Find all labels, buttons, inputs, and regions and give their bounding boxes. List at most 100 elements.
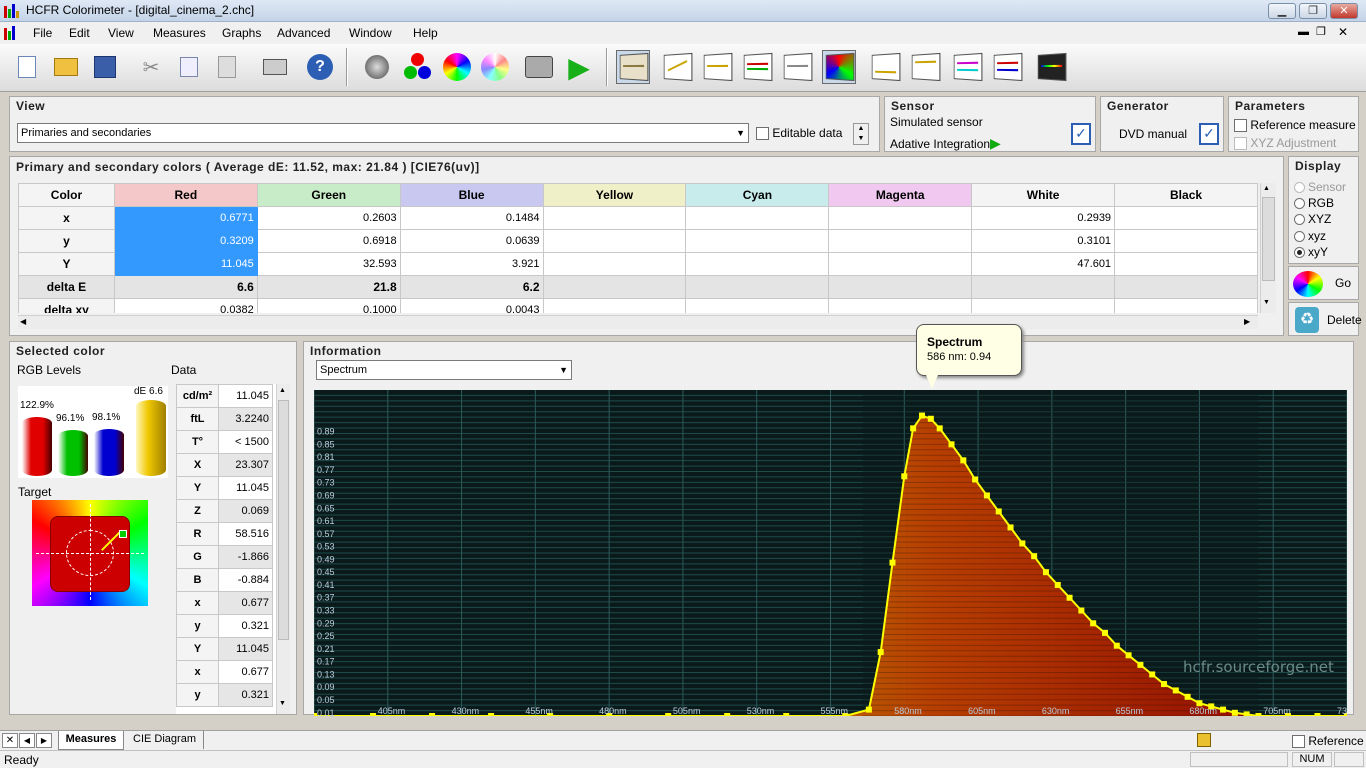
- view-mode-select[interactable]: Primaries and secondaries ▼: [17, 123, 749, 143]
- spin-control[interactable]: ▲ ▼: [853, 123, 869, 145]
- data-vertical-scrollbar[interactable]: ▲ ▼: [276, 384, 290, 714]
- play-icon[interactable]: ▶: [562, 50, 596, 84]
- grid-horizontal-scrollbar[interactable]: ◀ ▶: [18, 315, 1258, 329]
- grid-cell[interactable]: [685, 252, 830, 276]
- gamma-graph-icon[interactable]: [700, 50, 734, 84]
- measure-grayscale-icon[interactable]: [360, 50, 394, 84]
- display-option-xyz[interactable]: XYZ: [1294, 212, 1331, 226]
- grid-column-header[interactable]: Red: [113, 183, 258, 207]
- grid-cell[interactable]: [828, 206, 973, 230]
- grid-cell[interactable]: 0.6918: [256, 229, 401, 253]
- grid-cell[interactable]: 0.0639: [399, 229, 544, 253]
- menu-file[interactable]: File: [33, 26, 52, 40]
- grid-cell[interactable]: [685, 298, 830, 313]
- grid-cell[interactable]: [542, 275, 687, 299]
- rgb-histogram-icon[interactable]: [740, 50, 774, 84]
- saturation-luminance-icon[interactable]: [990, 50, 1024, 84]
- grid-cell[interactable]: [1114, 298, 1258, 313]
- grid-cell[interactable]: [971, 298, 1116, 313]
- mdi-restore-button[interactable]: ❐: [1316, 25, 1326, 38]
- integration-play-icon[interactable]: ▶: [990, 135, 1001, 152]
- grid-cell[interactable]: [828, 298, 973, 313]
- measure-secondaries-icon[interactable]: [440, 50, 474, 84]
- grid-cell[interactable]: 32.593: [256, 252, 401, 276]
- grid-cell[interactable]: 0.6771: [113, 206, 258, 230]
- grid-cell[interactable]: 11.045: [113, 252, 258, 276]
- help-icon[interactable]: ?: [303, 50, 337, 84]
- menu-edit[interactable]: Edit: [69, 26, 90, 40]
- cut-icon[interactable]: ✂: [134, 50, 168, 84]
- measure-primaries-icon[interactable]: [400, 50, 434, 84]
- grid-cell[interactable]: 0.2939: [971, 206, 1116, 230]
- tab-next-icon[interactable]: ▶: [36, 733, 52, 748]
- grid-cell[interactable]: [542, 206, 687, 230]
- grid-column-header[interactable]: Cyan: [685, 183, 830, 207]
- menu-measures[interactable]: Measures: [153, 26, 206, 40]
- measures-view-icon[interactable]: [616, 50, 650, 84]
- xyz-adjustment-checkbox[interactable]: XYZ Adjustment: [1234, 136, 1336, 151]
- grid-cell[interactable]: [971, 275, 1116, 299]
- close-button[interactable]: ✕: [1330, 3, 1358, 19]
- grid-column-header[interactable]: Black: [1114, 183, 1258, 207]
- menu-help[interactable]: Help: [413, 26, 438, 40]
- tab-cie-diagram[interactable]: CIE Diagram: [126, 731, 204, 749]
- grid-cell[interactable]: 0.0043: [399, 298, 544, 313]
- grid-cell[interactable]: 6.2: [399, 275, 544, 299]
- editable-data-checkbox[interactable]: Editable data: [756, 126, 842, 141]
- menu-window[interactable]: Window: [349, 26, 392, 40]
- grid-column-header[interactable]: Magenta: [828, 183, 973, 207]
- luminance-graph-icon[interactable]: [660, 50, 694, 84]
- scroll-up-icon[interactable]: ▲: [1263, 185, 1270, 192]
- grid-cell[interactable]: [1114, 252, 1258, 276]
- mdi-close-button[interactable]: ✕: [1338, 25, 1348, 39]
- print-icon[interactable]: [258, 50, 292, 84]
- mdi-minimize-button[interactable]: ▬: [1298, 26, 1309, 38]
- reference-measure-checkbox[interactable]: Reference measure: [1234, 118, 1356, 133]
- scroll-right-icon[interactable]: ▶: [1244, 317, 1250, 326]
- spectrum-graph-icon[interactable]: [1034, 50, 1068, 84]
- tab-close-icon[interactable]: ✕: [2, 733, 18, 748]
- scroll-thumb[interactable]: [278, 400, 289, 640]
- sensor-config-icon[interactable]: ✓: [1071, 123, 1091, 145]
- reference-checkbox[interactable]: Reference: [1292, 734, 1364, 749]
- scroll-up-icon[interactable]: ▲: [279, 387, 286, 394]
- scroll-left-icon[interactable]: ◀: [20, 317, 26, 326]
- grid-column-header[interactable]: Blue: [399, 183, 544, 207]
- grid-cell[interactable]: 0.0382: [113, 298, 258, 313]
- grid-cell[interactable]: [542, 229, 687, 253]
- grid-column-header[interactable]: Green: [256, 183, 401, 207]
- menu-advanced[interactable]: Advanced: [277, 26, 330, 40]
- paste-icon[interactable]: [210, 50, 244, 84]
- menu-view[interactable]: View: [108, 26, 134, 40]
- grid-cell[interactable]: [1114, 229, 1258, 253]
- grid-vertical-scrollbar[interactable]: ▲ ▼: [1260, 183, 1276, 313]
- display-option-xyz-lower[interactable]: xyz: [1294, 229, 1326, 243]
- grid-column-header[interactable]: Yellow: [542, 183, 687, 207]
- graph-type-select[interactable]: Spectrum ▼: [316, 360, 572, 380]
- grid-cell[interactable]: [542, 298, 687, 313]
- cie-diagram-icon[interactable]: [822, 50, 856, 84]
- display-option-rgb[interactable]: RGB: [1294, 196, 1334, 210]
- scroll-down-icon[interactable]: ▼: [1263, 299, 1270, 306]
- grid-column-header[interactable]: White: [971, 183, 1116, 207]
- grid-cell[interactable]: 6.6: [113, 275, 258, 299]
- minimize-button[interactable]: ▁: [1268, 3, 1296, 19]
- maximize-button[interactable]: ❐: [1299, 3, 1327, 19]
- open-folder-icon[interactable]: [49, 50, 83, 84]
- grid-cell[interactable]: 0.2603: [256, 206, 401, 230]
- near-white-graph-icon[interactable]: [908, 50, 942, 84]
- grid-cell[interactable]: [685, 275, 830, 299]
- scroll-thumb[interactable]: [1262, 197, 1275, 281]
- save-icon[interactable]: [88, 50, 122, 84]
- tab-measures[interactable]: Measures: [58, 731, 124, 750]
- grid-cell[interactable]: [828, 275, 973, 299]
- grid-column-header[interactable]: Color: [18, 183, 115, 207]
- delete-button[interactable]: ♻ Delete: [1288, 302, 1362, 336]
- measure-all-colors-icon[interactable]: [478, 50, 512, 84]
- grid-cell[interactable]: 21.8: [256, 275, 401, 299]
- scroll-down-icon[interactable]: ▼: [279, 700, 286, 707]
- tab-prev-icon[interactable]: ◀: [19, 733, 35, 748]
- grid-cell[interactable]: [685, 206, 830, 230]
- near-black-graph-icon[interactable]: [868, 50, 902, 84]
- menu-graphs[interactable]: Graphs: [222, 26, 261, 40]
